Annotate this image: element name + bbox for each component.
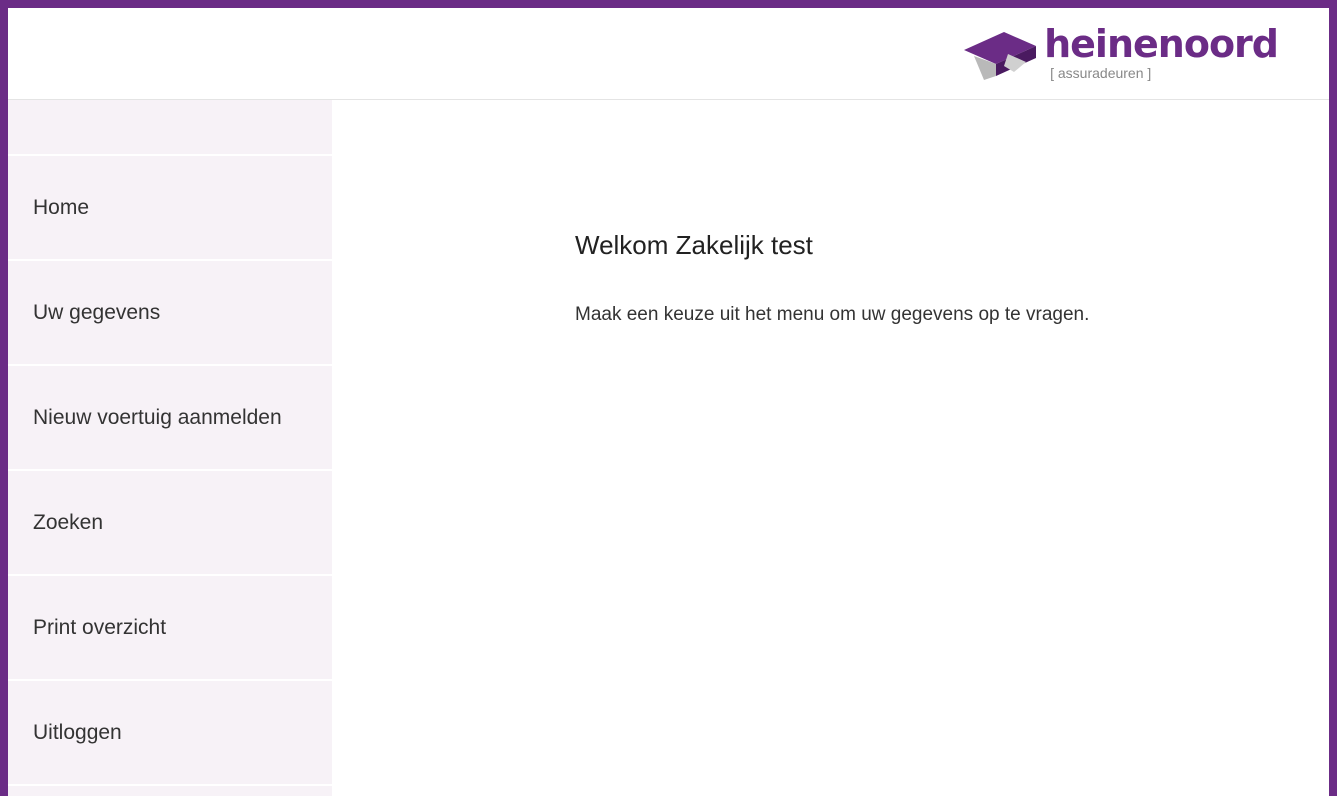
brand-text: heinenoord [ assuradeuren ] [1044,22,1279,81]
sidebar-item-zoeken[interactable]: Zoeken [8,471,332,576]
sidebar-item-label: Print overzicht [33,615,167,639]
sidebar: Home Uw gegevens Nieuw voertuig aanmelde… [8,100,332,796]
sidebar-item-uw-gegevens[interactable]: Uw gegevens [8,261,332,366]
sidebar-item-uitloggen[interactable]: Uitloggen [8,681,332,786]
brand-logo[interactable]: heinenoord [ assuradeuren ] [964,22,1279,84]
header: heinenoord [ assuradeuren ] [8,8,1329,100]
sidebar-item-label: Uitloggen [33,720,122,744]
sidebar-item-home[interactable]: Home [8,156,332,261]
sidebar-item-label: Uw gegevens [33,300,161,324]
sidebar-item-print-overzicht[interactable]: Print overzicht [8,576,332,681]
sidebar-item-label: Nieuw voertuig aanmelden [33,405,282,429]
sidebar-top-spacer [8,100,332,156]
app-frame: heinenoord [ assuradeuren ] Home Uw gege… [0,0,1337,796]
sidebar-item-label: Home [33,195,90,219]
brand-tagline: [ assuradeuren ] [1050,65,1152,81]
heinenoord-logo-icon [964,32,1037,80]
main-content: Welkom Zakelijk test Maak een keuze uit … [332,100,1329,796]
brand-name: heinenoord [1044,22,1279,66]
sidebar-item-nieuw-voertuig-aanmelden[interactable]: Nieuw voertuig aanmelden [8,366,332,471]
page-title: Welkom Zakelijk test [575,230,813,260]
sidebar-item-label: Zoeken [33,510,104,534]
intro-text: Maak een keuze uit het menu om uw gegeve… [575,304,1090,325]
